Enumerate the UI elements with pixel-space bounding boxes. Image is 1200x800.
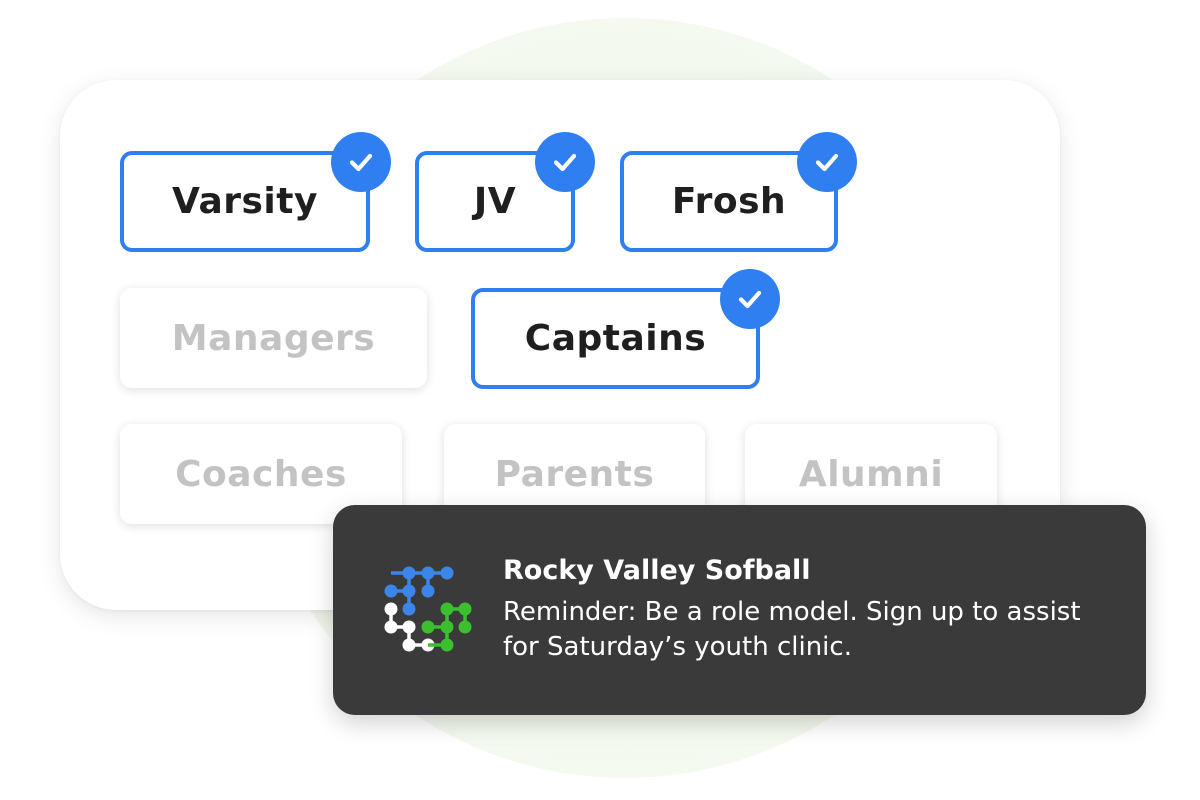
checkmark-icon	[331, 132, 391, 192]
notification-toast[interactable]: Rocky Valley Sofball Reminder: Be a role…	[333, 505, 1146, 715]
notification-message: Reminder: Be a role model. Sign up to as…	[503, 597, 1081, 662]
group-chip-label: JV	[473, 181, 517, 222]
group-chip-label: Captains	[524, 318, 707, 359]
team-logo-icon	[381, 563, 481, 663]
group-chip-label: Alumni	[798, 453, 944, 495]
group-chip-captains[interactable]: Captains	[471, 288, 760, 389]
checkmark-icon	[535, 132, 595, 192]
checkmark-icon	[720, 269, 780, 329]
checkmark-icon	[797, 132, 857, 192]
group-chip-managers[interactable]: Managers	[120, 288, 427, 388]
notification-title: Rocky Valley Sofball	[503, 555, 811, 586]
group-chip-label: Varsity	[172, 181, 318, 222]
group-chip-label: Coaches	[175, 453, 347, 495]
group-chip-label: Parents	[494, 453, 655, 495]
group-chip-label: Frosh	[671, 181, 787, 222]
group-chip-label: Managers	[171, 317, 376, 359]
